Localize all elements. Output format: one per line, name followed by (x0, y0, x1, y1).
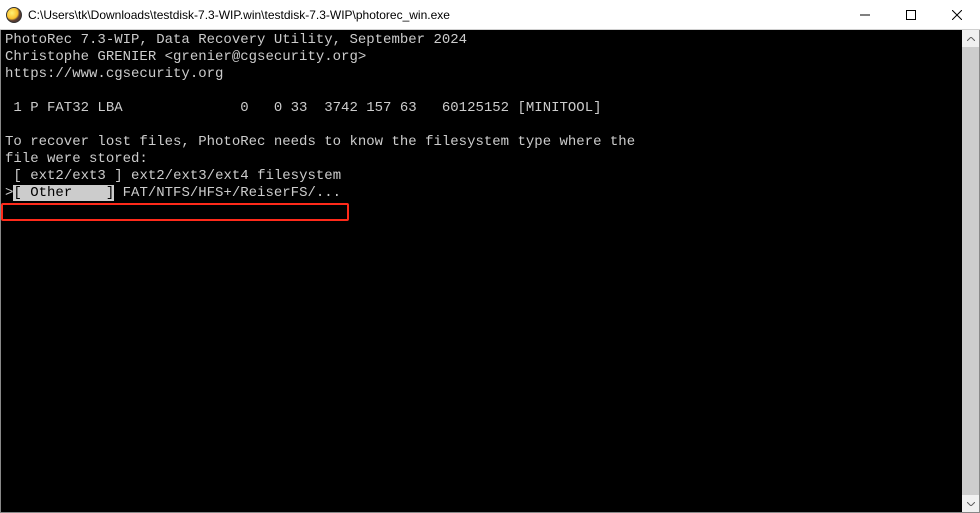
window-controls (842, 0, 980, 29)
option-other[interactable]: [ Other ] (13, 185, 114, 201)
app-icon (6, 7, 22, 23)
option-other-desc: FAT/NTFS/HFS+/ReiserFS/... (114, 185, 341, 201)
minimize-button[interactable] (842, 0, 888, 29)
scroll-up-arrow[interactable] (962, 30, 979, 47)
chevron-up-icon (967, 37, 975, 41)
close-icon (952, 10, 962, 20)
window-title: C:\Users\tk\Downloads\testdisk-7.3-WIP.w… (28, 8, 842, 22)
header-line-1: PhotoRec 7.3-WIP, Data Recovery Utility,… (5, 32, 467, 48)
vertical-scrollbar[interactable] (962, 30, 979, 512)
header-line-3: https://www.cgsecurity.org (5, 66, 223, 82)
console-output[interactable]: PhotoRec 7.3-WIP, Data Recovery Utility,… (1, 30, 962, 512)
option-ext-desc: ext2/ext3/ext4 filesystem (123, 168, 341, 184)
console-container: PhotoRec 7.3-WIP, Data Recovery Utility,… (0, 30, 980, 513)
header-line-2: Christophe GRENIER <grenier@cgsecurity.o… (5, 49, 366, 65)
maximize-icon (906, 10, 916, 20)
scroll-thumb[interactable] (962, 47, 979, 495)
chevron-down-icon (967, 502, 975, 506)
minimize-icon (860, 10, 870, 20)
partition-line: 1 P FAT32 LBA 0 0 33 3742 157 63 6012515… (5, 100, 602, 116)
prompt-line-1: To recover lost files, PhotoRec needs to… (5, 134, 635, 150)
prompt-line-2: file were stored: (5, 151, 148, 167)
window-titlebar: C:\Users\tk\Downloads\testdisk-7.3-WIP.w… (0, 0, 980, 30)
option-ext[interactable]: ext2/ext3 (30, 168, 106, 184)
close-button[interactable] (934, 0, 980, 29)
maximize-button[interactable] (888, 0, 934, 29)
scroll-down-arrow[interactable] (962, 495, 979, 512)
